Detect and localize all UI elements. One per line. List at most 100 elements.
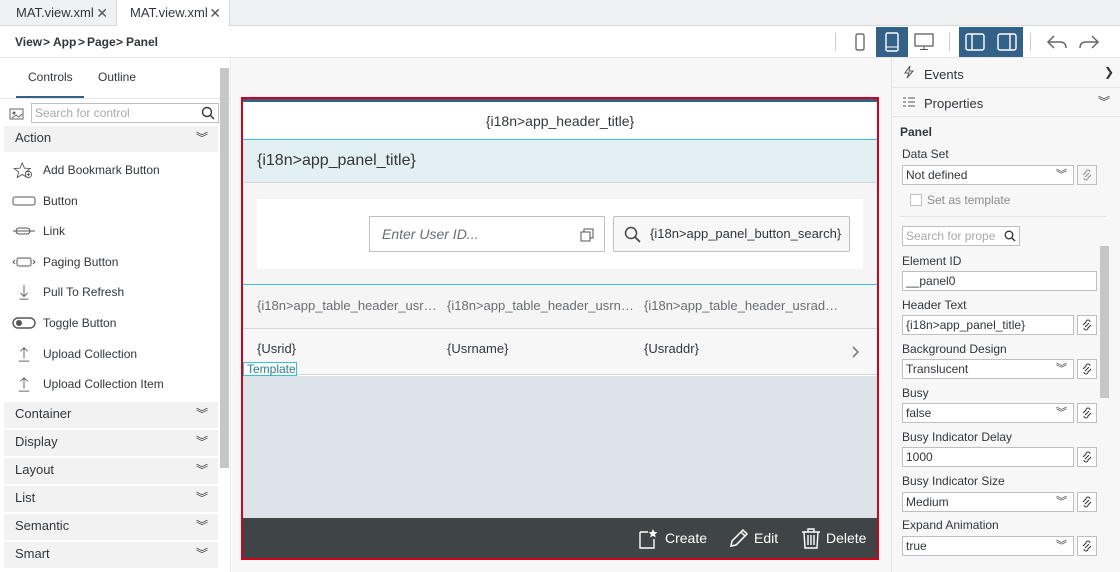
control-search-input[interactable]: Search for control bbox=[31, 103, 219, 123]
expand-animation-select[interactable]: true ︾ bbox=[902, 536, 1074, 556]
set-as-template-checkbox[interactable] bbox=[910, 194, 922, 206]
group-layout[interactable]: Layout ︾ bbox=[4, 458, 218, 484]
group-label: Action bbox=[15, 130, 52, 145]
search-button[interactable]: {i18n>app_panel_button_search} bbox=[613, 216, 850, 252]
busy-link-button[interactable] bbox=[1077, 403, 1097, 423]
chevron-down-icon: ︾ bbox=[195, 407, 208, 421]
redo-button[interactable] bbox=[1073, 27, 1105, 57]
busy-indicator-size-label: Busy Indicator Size bbox=[902, 474, 1005, 488]
search-icon[interactable] bbox=[1004, 230, 1016, 242]
group-smart[interactable]: Smart ︾ bbox=[4, 542, 218, 568]
group-list[interactable]: List ︾ bbox=[4, 486, 218, 512]
user-id-input[interactable]: Enter User ID... bbox=[369, 216, 605, 252]
section-title: Panel bbox=[900, 125, 933, 139]
toolbar-divider bbox=[835, 33, 836, 51]
group-container[interactable]: Container ︾ bbox=[4, 402, 218, 428]
group-action[interactable]: Action ︾ bbox=[4, 126, 218, 152]
create-button[interactable]: Create bbox=[637, 526, 707, 550]
group-semantic[interactable]: Semantic ︾ bbox=[4, 514, 218, 540]
breadcrumb-view[interactable]: View bbox=[15, 35, 42, 49]
bookmark-star-icon bbox=[13, 162, 32, 178]
panel-content-area bbox=[243, 376, 877, 518]
control-label: Link bbox=[43, 224, 66, 238]
search-button-label: {i18n>app_panel_button_search} bbox=[650, 226, 842, 241]
group-display[interactable]: Display ︾ bbox=[4, 430, 218, 456]
data-set-link-button[interactable] bbox=[1077, 165, 1097, 185]
property-search-input[interactable]: Search for prope bbox=[902, 226, 1020, 246]
table-row[interactable]: {Usrid} {Usrname} {Usraddr} bbox=[243, 329, 877, 375]
close-icon[interactable]: ✕ bbox=[96, 0, 108, 26]
control-toggle-button[interactable]: Toggle Button bbox=[4, 308, 218, 338]
busy-indicator-size-link-button[interactable] bbox=[1077, 492, 1097, 512]
properties-section-header[interactable]: Properties ︾ bbox=[892, 88, 1120, 117]
footer-toolbar: Create Edit Delete bbox=[243, 518, 877, 558]
file-tab[interactable]: MAT.view.xml ✕ bbox=[0, 0, 117, 26]
controls-pane: Controls Outline Search for control Acti… bbox=[0, 58, 231, 572]
element-id-field[interactable]: __panel0 bbox=[902, 271, 1097, 291]
edit-button[interactable]: Edit bbox=[728, 526, 778, 550]
undo-button[interactable] bbox=[1041, 27, 1073, 57]
tab-controls[interactable]: Controls bbox=[28, 70, 73, 84]
busy-select[interactable]: false ︾ bbox=[902, 403, 1074, 423]
column-header-usrid[interactable]: {i18n>app_table_header_usr… bbox=[257, 298, 437, 313]
control-upload-collection-item[interactable]: Upload Collection Item bbox=[4, 369, 218, 399]
chevron-down-icon: ︾ bbox=[195, 463, 208, 477]
close-icon[interactable]: ✕ bbox=[209, 0, 221, 26]
navigation-arrow-icon[interactable] bbox=[851, 345, 861, 359]
page-header-title[interactable]: {i18n>app_header_title} bbox=[243, 102, 877, 140]
group-label: Semantic bbox=[15, 518, 70, 533]
lightning-icon bbox=[904, 65, 915, 79]
data-set-select[interactable]: Not defined ︾ bbox=[902, 165, 1074, 185]
control-add-bookmark-button[interactable]: Add Bookmark Button bbox=[4, 155, 218, 185]
divider bbox=[900, 216, 1106, 217]
background-design-select[interactable]: Translucent ︾ bbox=[902, 359, 1074, 379]
panel-title[interactable]: {i18n>app_panel_title} bbox=[243, 140, 877, 183]
background-design-value: Translucent bbox=[906, 362, 969, 376]
breadcrumb-panel[interactable]: Panel bbox=[126, 35, 158, 49]
busy-indicator-delay-field[interactable]: 1000 bbox=[902, 447, 1074, 467]
tab-outline[interactable]: Outline bbox=[98, 70, 136, 84]
search-placeholder: Search for prope bbox=[906, 229, 996, 243]
selected-panel-frame[interactable]: {i18n>app_header_title} {i18n>app_panel_… bbox=[241, 97, 879, 560]
breadcrumb-app[interactable]: App bbox=[53, 35, 76, 49]
group-label: Display bbox=[15, 434, 58, 449]
background-design-link-button[interactable] bbox=[1077, 359, 1097, 379]
gallery-icon[interactable] bbox=[9, 107, 25, 121]
control-pull-to-refresh[interactable]: Pull To Refresh bbox=[4, 277, 218, 307]
search-placeholder: Search for control bbox=[35, 106, 130, 120]
breadcrumb-separator: > bbox=[43, 35, 51, 49]
events-section-header[interactable]: Events ❯ bbox=[892, 58, 1120, 88]
template-tag[interactable]: Template bbox=[243, 362, 297, 376]
header-text-link-button[interactable] bbox=[1077, 315, 1097, 335]
paging-icon bbox=[12, 257, 36, 267]
header-text-field[interactable]: {i18n>app_panel_title} bbox=[902, 315, 1074, 335]
right-scrollbar[interactable] bbox=[1100, 246, 1109, 398]
search-icon bbox=[624, 226, 641, 243]
control-label: Toggle Button bbox=[43, 316, 117, 330]
column-header-usrname[interactable]: {i18n>app_table_header_usrn… bbox=[447, 298, 634, 313]
phone-view-button[interactable] bbox=[844, 27, 876, 57]
delete-button[interactable]: Delete bbox=[800, 526, 866, 550]
file-tab-active[interactable]: MAT.view.xml ✕ bbox=[117, 0, 230, 27]
tablet-view-button[interactable] bbox=[876, 27, 908, 57]
control-button[interactable]: Button bbox=[4, 186, 218, 216]
column-header-usraddr[interactable]: {i18n>app_table_header_usrad… bbox=[644, 298, 838, 313]
busy-indicator-delay-link-button[interactable] bbox=[1077, 447, 1097, 467]
busy-indicator-size-select[interactable]: Medium ︾ bbox=[902, 492, 1074, 512]
toggle-right-pane-button[interactable] bbox=[991, 27, 1023, 57]
breadcrumb-page[interactable]: Page bbox=[87, 35, 116, 49]
chevron-down-icon: ︾ bbox=[1056, 407, 1067, 419]
left-scrollbar[interactable] bbox=[220, 68, 229, 468]
value-help-icon[interactable] bbox=[580, 228, 594, 242]
chevron-down-icon: ︾ bbox=[195, 519, 208, 533]
control-upload-collection[interactable]: Upload Collection bbox=[4, 339, 218, 369]
desktop-view-button[interactable] bbox=[908, 27, 940, 57]
control-label: Pull To Refresh bbox=[43, 285, 125, 299]
chevron-down-icon: ︾ bbox=[195, 131, 208, 145]
control-paging-button[interactable]: Paging Button bbox=[4, 247, 218, 277]
control-link[interactable]: Link bbox=[4, 216, 218, 246]
chevron-down-icon: ︾ bbox=[1098, 95, 1111, 109]
expand-animation-link-button[interactable] bbox=[1077, 536, 1097, 556]
toggle-left-pane-button[interactable] bbox=[959, 27, 991, 57]
search-icon[interactable] bbox=[201, 106, 215, 120]
